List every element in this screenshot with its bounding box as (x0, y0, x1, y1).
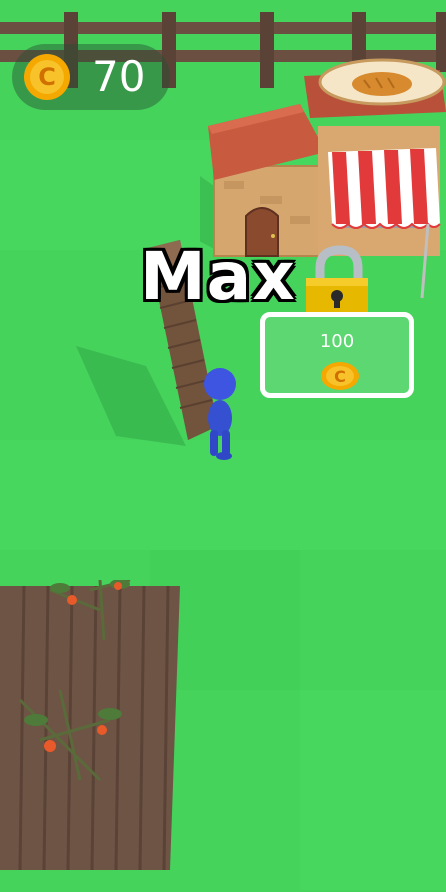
svg-text:C: C (38, 63, 56, 91)
svg-text:C: C (334, 367, 346, 386)
coin-counter: C 70 (12, 44, 170, 110)
bread-icon (352, 72, 412, 96)
tomato-field (0, 580, 180, 871)
unlock-price: 100 (319, 331, 355, 352)
coin-icon: C (24, 54, 70, 100)
player-name-label: Max (140, 238, 296, 315)
coin-count: 70 (92, 52, 146, 101)
game-scene[interactable]: 100 C Max C 70 (0, 0, 446, 892)
coin-icon: C (321, 362, 359, 390)
unlock-pad[interactable]: 100 C (260, 312, 414, 398)
blue-character (204, 368, 236, 460)
